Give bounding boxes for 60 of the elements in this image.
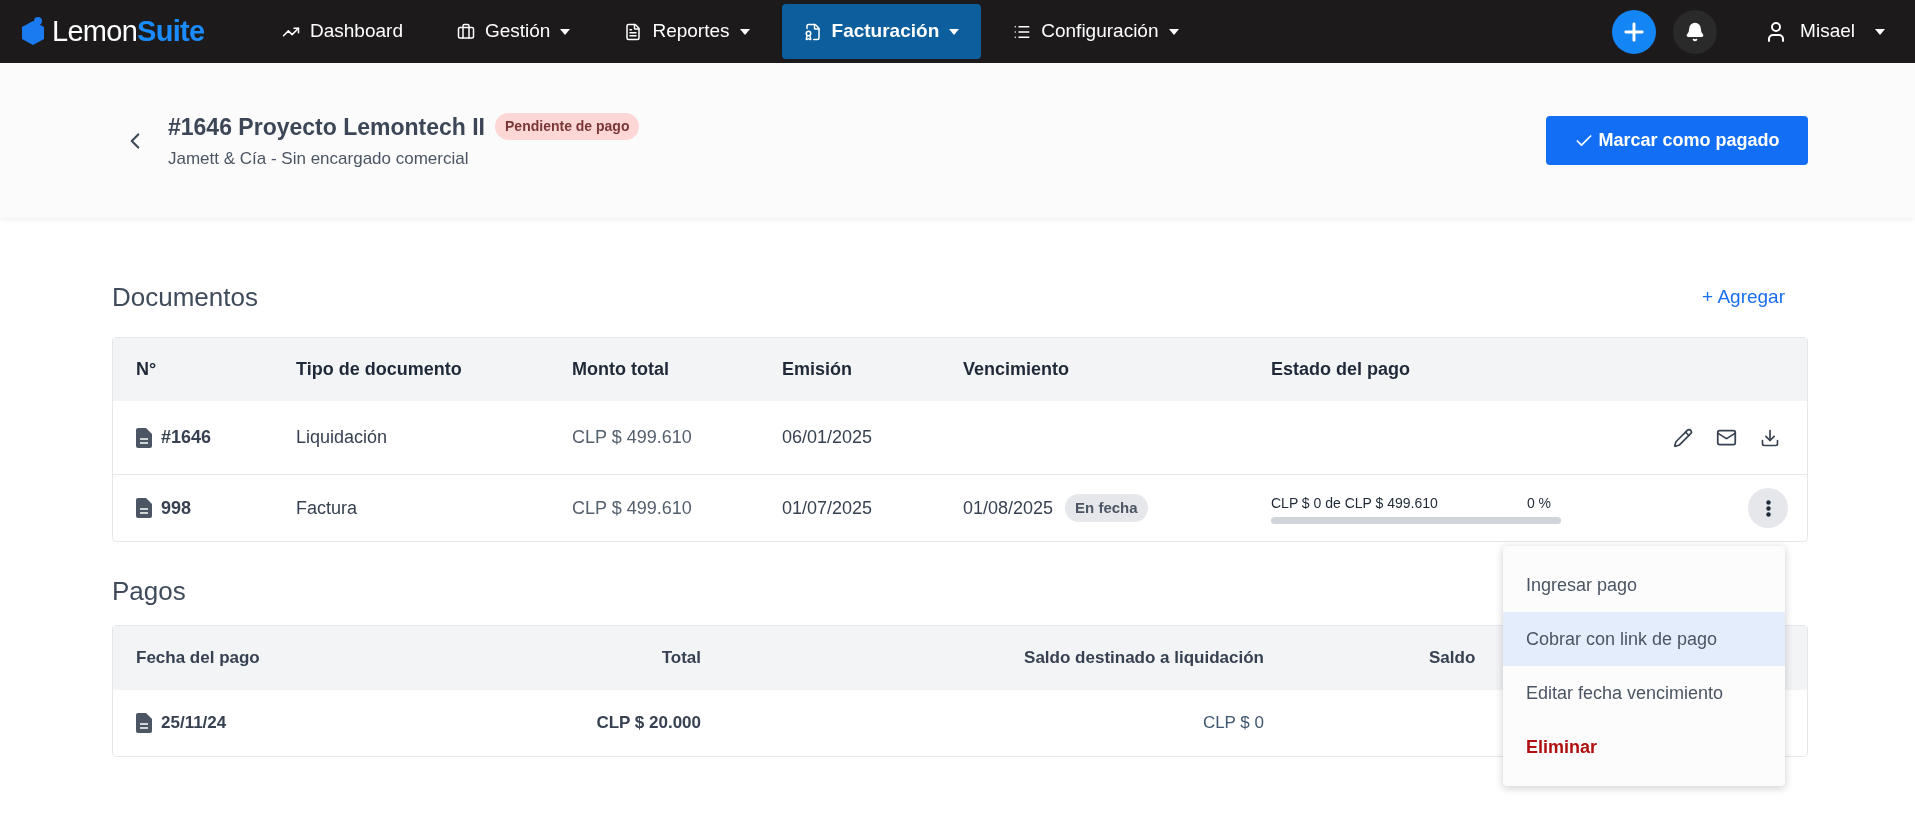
table-cell-text: 25/11/24 (161, 712, 227, 735)
brand-logo: LemonSuite (52, 13, 205, 49)
mark-paid-button[interactable]: Marcar como pagado (1546, 116, 1808, 165)
table-cell-text: CLP $ 20.000 (595, 712, 701, 735)
nav-item[interactable]: Configuración (991, 4, 1201, 59)
menu-item[interactable]: Cobrar con link de pago (1503, 612, 1785, 666)
document-icon (624, 22, 643, 41)
table-cell-text: CLP $ 0 (1201, 712, 1264, 735)
table-cell-text: 998 (161, 496, 192, 520)
document-icon (136, 427, 152, 448)
logo-icon (20, 16, 46, 47)
payment-amount: CLP $ 0 de CLP $ 499.610 (1271, 493, 1438, 513)
mail-icon (1716, 427, 1737, 448)
nav-item[interactable]: Facturación (781, 4, 982, 59)
table-cell-text: 01/07/2025 (782, 496, 874, 520)
column-header: Saldo destinado a liquidación (1023, 647, 1264, 670)
table-cell-text: #1646 (161, 426, 212, 449)
bell-icon (1685, 21, 1706, 42)
download-button[interactable] (1760, 427, 1780, 448)
column-header: Emisión (782, 358, 853, 381)
more-options-button[interactable] (1748, 488, 1788, 528)
table-cell-text: Liquidación (296, 426, 389, 449)
table-cell-text: CLP $ 499.610 (572, 496, 693, 520)
download-icon (1760, 427, 1780, 448)
nav-item[interactable]: Reportes (602, 4, 772, 59)
invoice-icon (803, 22, 822, 41)
table-cell-text: Factura (296, 496, 359, 520)
nav-item[interactable]: Dashboard (260, 4, 425, 59)
pencil-icon (1673, 427, 1693, 448)
document-icon (136, 498, 152, 518)
column-header: Monto total (572, 358, 670, 381)
column-header: Fecha del pago (136, 647, 261, 670)
menu-item[interactable]: Editar fecha vencimiento (1503, 666, 1785, 720)
nav-item[interactable]: Gestión (434, 4, 593, 59)
table-cell-text: 01/08/2025 (963, 496, 1054, 520)
caret-icon (1875, 28, 1885, 35)
column-header: Tipo de documento (296, 358, 463, 381)
table-cell-text: CLP $ 499.610 (572, 426, 693, 449)
section-title: Documentos (112, 281, 258, 314)
column-header: N° (136, 358, 158, 381)
column-header: Vencimiento (963, 358, 1071, 381)
menu-item[interactable]: Ingresar pago (1503, 558, 1785, 612)
section-title: Pagos (112, 575, 186, 608)
document-icon (136, 713, 152, 733)
payment-percent: 0 % (1526, 493, 1551, 513)
column-header: Total (660, 647, 701, 670)
page-subtitle: Jamett & Cía - Sin encargado comercial (168, 148, 470, 170)
status-badge: En fecha (1065, 493, 1148, 523)
column-header: Estado del pago (1271, 358, 1412, 381)
table-cell-text: 06/01/2025 (782, 426, 874, 449)
user-menu[interactable]: Misael (1764, 17, 1885, 46)
more-icon (1765, 499, 1771, 517)
briefcase-icon (456, 22, 475, 41)
email-button[interactable] (1716, 427, 1737, 448)
edit-button[interactable] (1673, 427, 1693, 448)
column-header: Saldo (1428, 647, 1477, 670)
menu-item[interactable]: Eliminar (1503, 720, 1785, 774)
add-document-link[interactable]: + Agregar (1702, 283, 1785, 312)
page-title: #1646 Proyecto Lemontech II (168, 112, 485, 142)
status-badge: Pendiente de pago (495, 113, 640, 141)
